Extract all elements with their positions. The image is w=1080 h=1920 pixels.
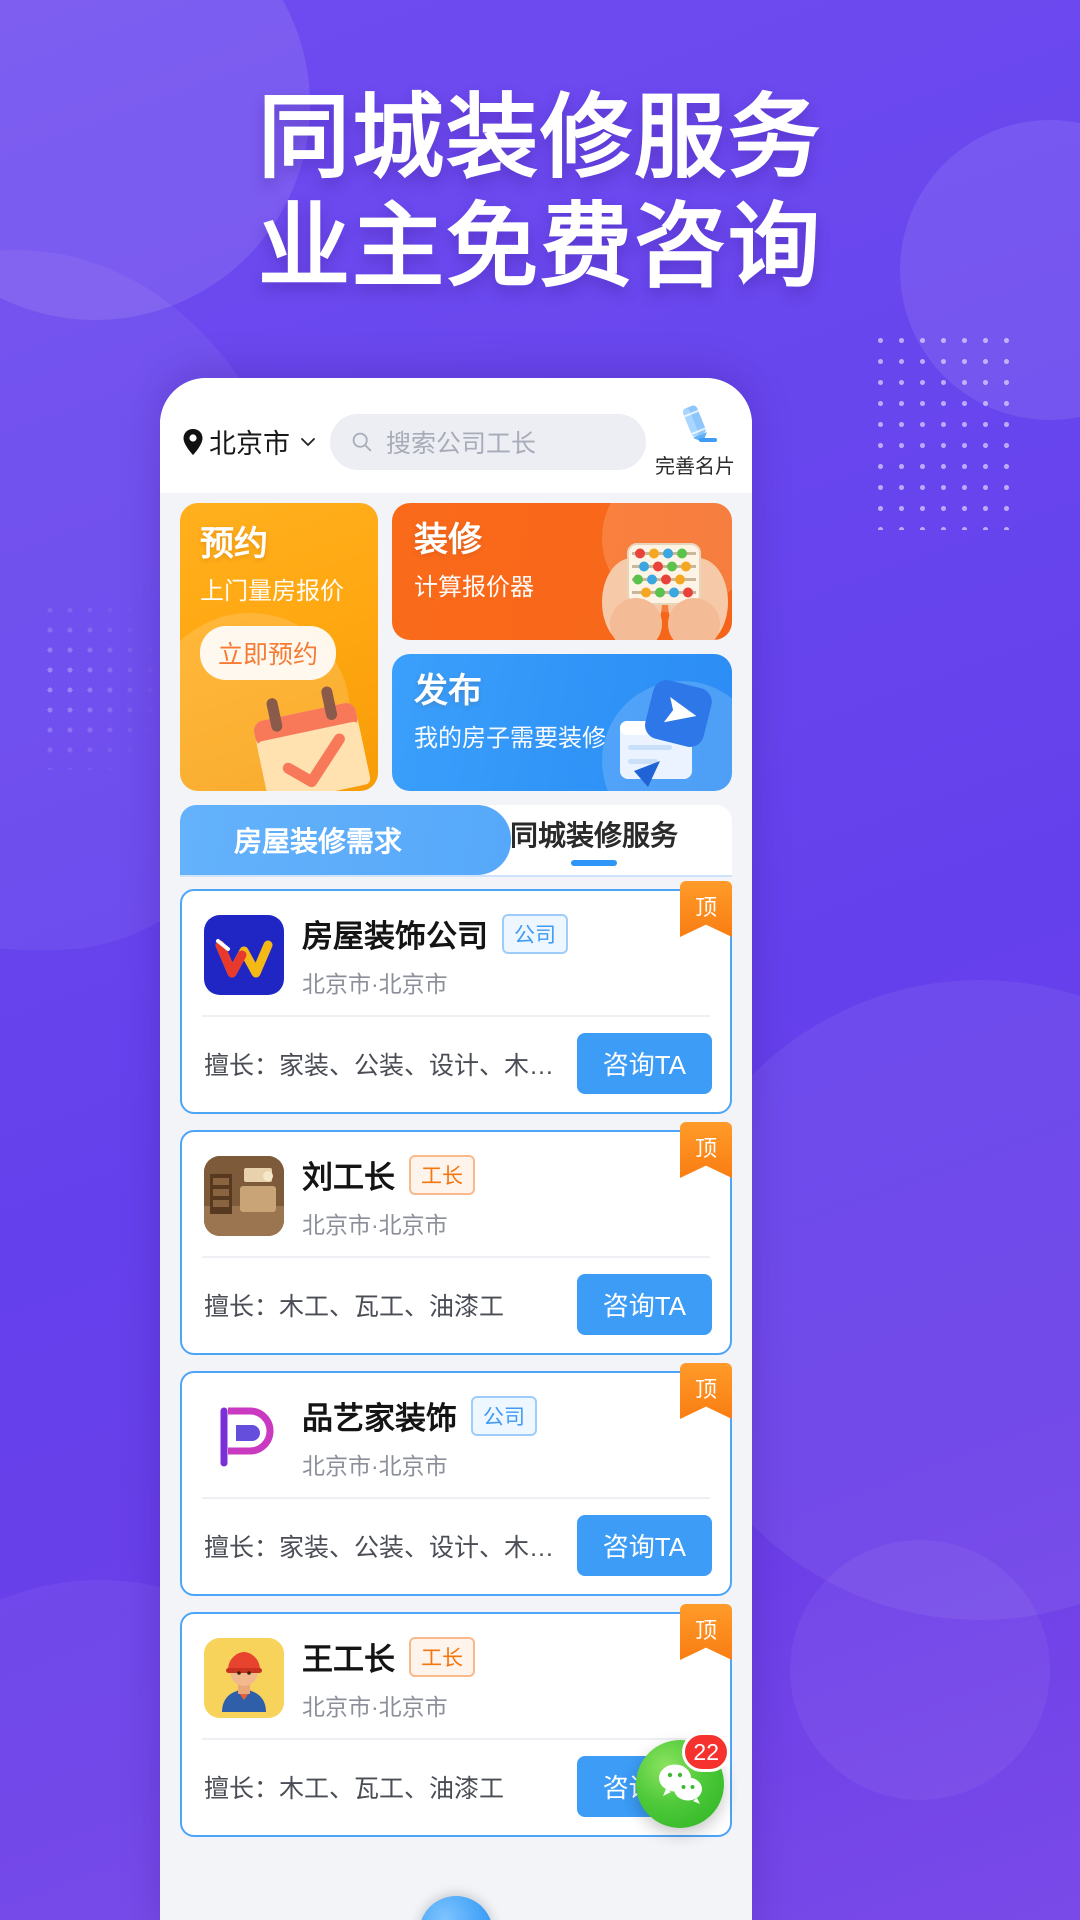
tab-housing-demand-label: 房屋装修需求: [233, 826, 402, 857]
city-label: 北京市: [209, 429, 290, 459]
phone-mockup: 北京市 搜索公司工长 完善名片 预约 上门量房报价 立即预约 装修 计算报价器 …: [160, 378, 752, 1920]
worker-avatar-icon: [204, 1638, 284, 1718]
app-header: 北京市 搜索公司工长 完善名片: [160, 378, 752, 493]
decor-blob-bottom-right: [790, 1540, 1050, 1800]
promo-appointment-subtitle: 上门量房报价: [200, 577, 344, 605]
list-item[interactable]: 顶 品艺家装饰 公司 北京市·北京市 擅长：家装、公装、设计、木工... 咨询T…: [180, 1363, 732, 1596]
avatar: [204, 1397, 284, 1477]
search-placeholder: 搜索公司工长: [386, 429, 537, 458]
chevron-down-icon: [301, 437, 315, 446]
list-item[interactable]: 顶: [180, 1122, 732, 1355]
wechat-unread-badge: 22: [682, 1732, 730, 1772]
city-selector[interactable]: 北京市: [182, 422, 318, 461]
promo-appointment-title: 预约: [200, 525, 268, 563]
pen-card-icon: [682, 405, 717, 443]
promo-calculator-subtitle: 计算报价器: [414, 573, 534, 601]
list-item-location: 北京市·北京市: [302, 1212, 448, 1238]
search-input[interactable]: 搜索公司工长: [330, 413, 646, 470]
consult-button[interactable]: 咨询TA: [576, 1274, 712, 1335]
promo-publish-card[interactable]: 发布 我的房子需要装修: [392, 654, 732, 791]
tab-active-underline: [571, 860, 617, 866]
avatar: [204, 1156, 284, 1236]
tab-bar: 房屋装修需求 同城装修服务: [180, 805, 732, 875]
decor-dot-grid-right: [870, 330, 1020, 530]
avatar: [204, 915, 284, 995]
list-item-name: 王工长: [302, 1642, 395, 1677]
promo-publish-subtitle: 我的房子需要装修: [414, 724, 606, 752]
list-item-skills: 擅长：木工、瓦工、油漆工: [204, 1292, 505, 1321]
tab-local-service-label: 同城装修服务: [509, 820, 678, 851]
room-photo-icon: [204, 1156, 284, 1236]
list-item-skills: 擅长：家装、公装、设计、木工...: [204, 1533, 565, 1562]
list-item-name: 房屋装饰公司: [302, 919, 488, 954]
tab-local-service[interactable]: 同城装修服务: [456, 805, 732, 875]
consult-button[interactable]: 咨询TA: [576, 1033, 712, 1094]
headline-line-1: 同城装修服务: [257, 87, 822, 189]
consult-button[interactable]: 咨询TA: [576, 1515, 712, 1576]
company-logo-w-icon: [215, 939, 273, 978]
search-icon: [352, 432, 372, 451]
poster-headline: 同城装修服务 业主免费咨询: [0, 84, 1080, 301]
business-card-label: 完善名片: [655, 456, 735, 478]
list-item-location: 北京市·北京市: [302, 1694, 448, 1720]
decor-dot-grid-left: [40, 600, 175, 770]
list-item-skills: 擅长：家装、公装、设计、木工...: [204, 1051, 565, 1080]
promo-appointment-card[interactable]: 预约 上门量房报价 立即预约: [180, 503, 378, 791]
list-item-name: 刘工长: [302, 1160, 395, 1195]
poster-stage: 同城装修服务 业主免费咨询 北京市 搜索公司工长 完善名片 预约 上门量房报价 …: [0, 0, 1080, 1920]
status-badge: 工长: [409, 1154, 475, 1195]
status-badge: 公司: [502, 913, 568, 954]
list-item-skills: 擅长：木工、瓦工、油漆工: [204, 1774, 505, 1803]
list-item-name: 品艺家装饰: [302, 1401, 457, 1436]
status-badge: 工长: [409, 1636, 475, 1677]
business-card-button[interactable]: 完善名片: [655, 404, 735, 479]
avatar: [204, 1638, 284, 1718]
headline-line-2: 业主免费咨询: [257, 195, 822, 298]
publish-float-button[interactable]: [419, 1896, 493, 1920]
tab-housing-demand[interactable]: 房屋装修需求: [180, 805, 456, 875]
list-item[interactable]: 顶 房屋装饰公司 公司 北京市·北京市 擅长：家装、公装、设计、木工... 咨询…: [180, 881, 732, 1114]
promo-right-column: 装修 计算报价器 发布 我的房子需要装修: [392, 503, 732, 791]
promo-calculator-card[interactable]: 装修 计算报价器: [392, 503, 732, 640]
service-list: 顶 房屋装饰公司 公司 北京市·北京市 擅长：家装、公装、设计、木工... 咨询…: [160, 877, 752, 1837]
status-badge: 公司: [471, 1395, 537, 1436]
company-logo-p-icon: [204, 1397, 284, 1477]
location-pin-icon: [183, 428, 203, 455]
wechat-float-button[interactable]: 22: [636, 1732, 730, 1828]
list-item-location: 北京市·北京市: [302, 1453, 448, 1479]
promo-grid: 预约 上门量房报价 立即预约 装修 计算报价器 发布 我的房子需要装修: [160, 493, 752, 791]
list-item-location: 北京市·北京市: [302, 971, 448, 997]
